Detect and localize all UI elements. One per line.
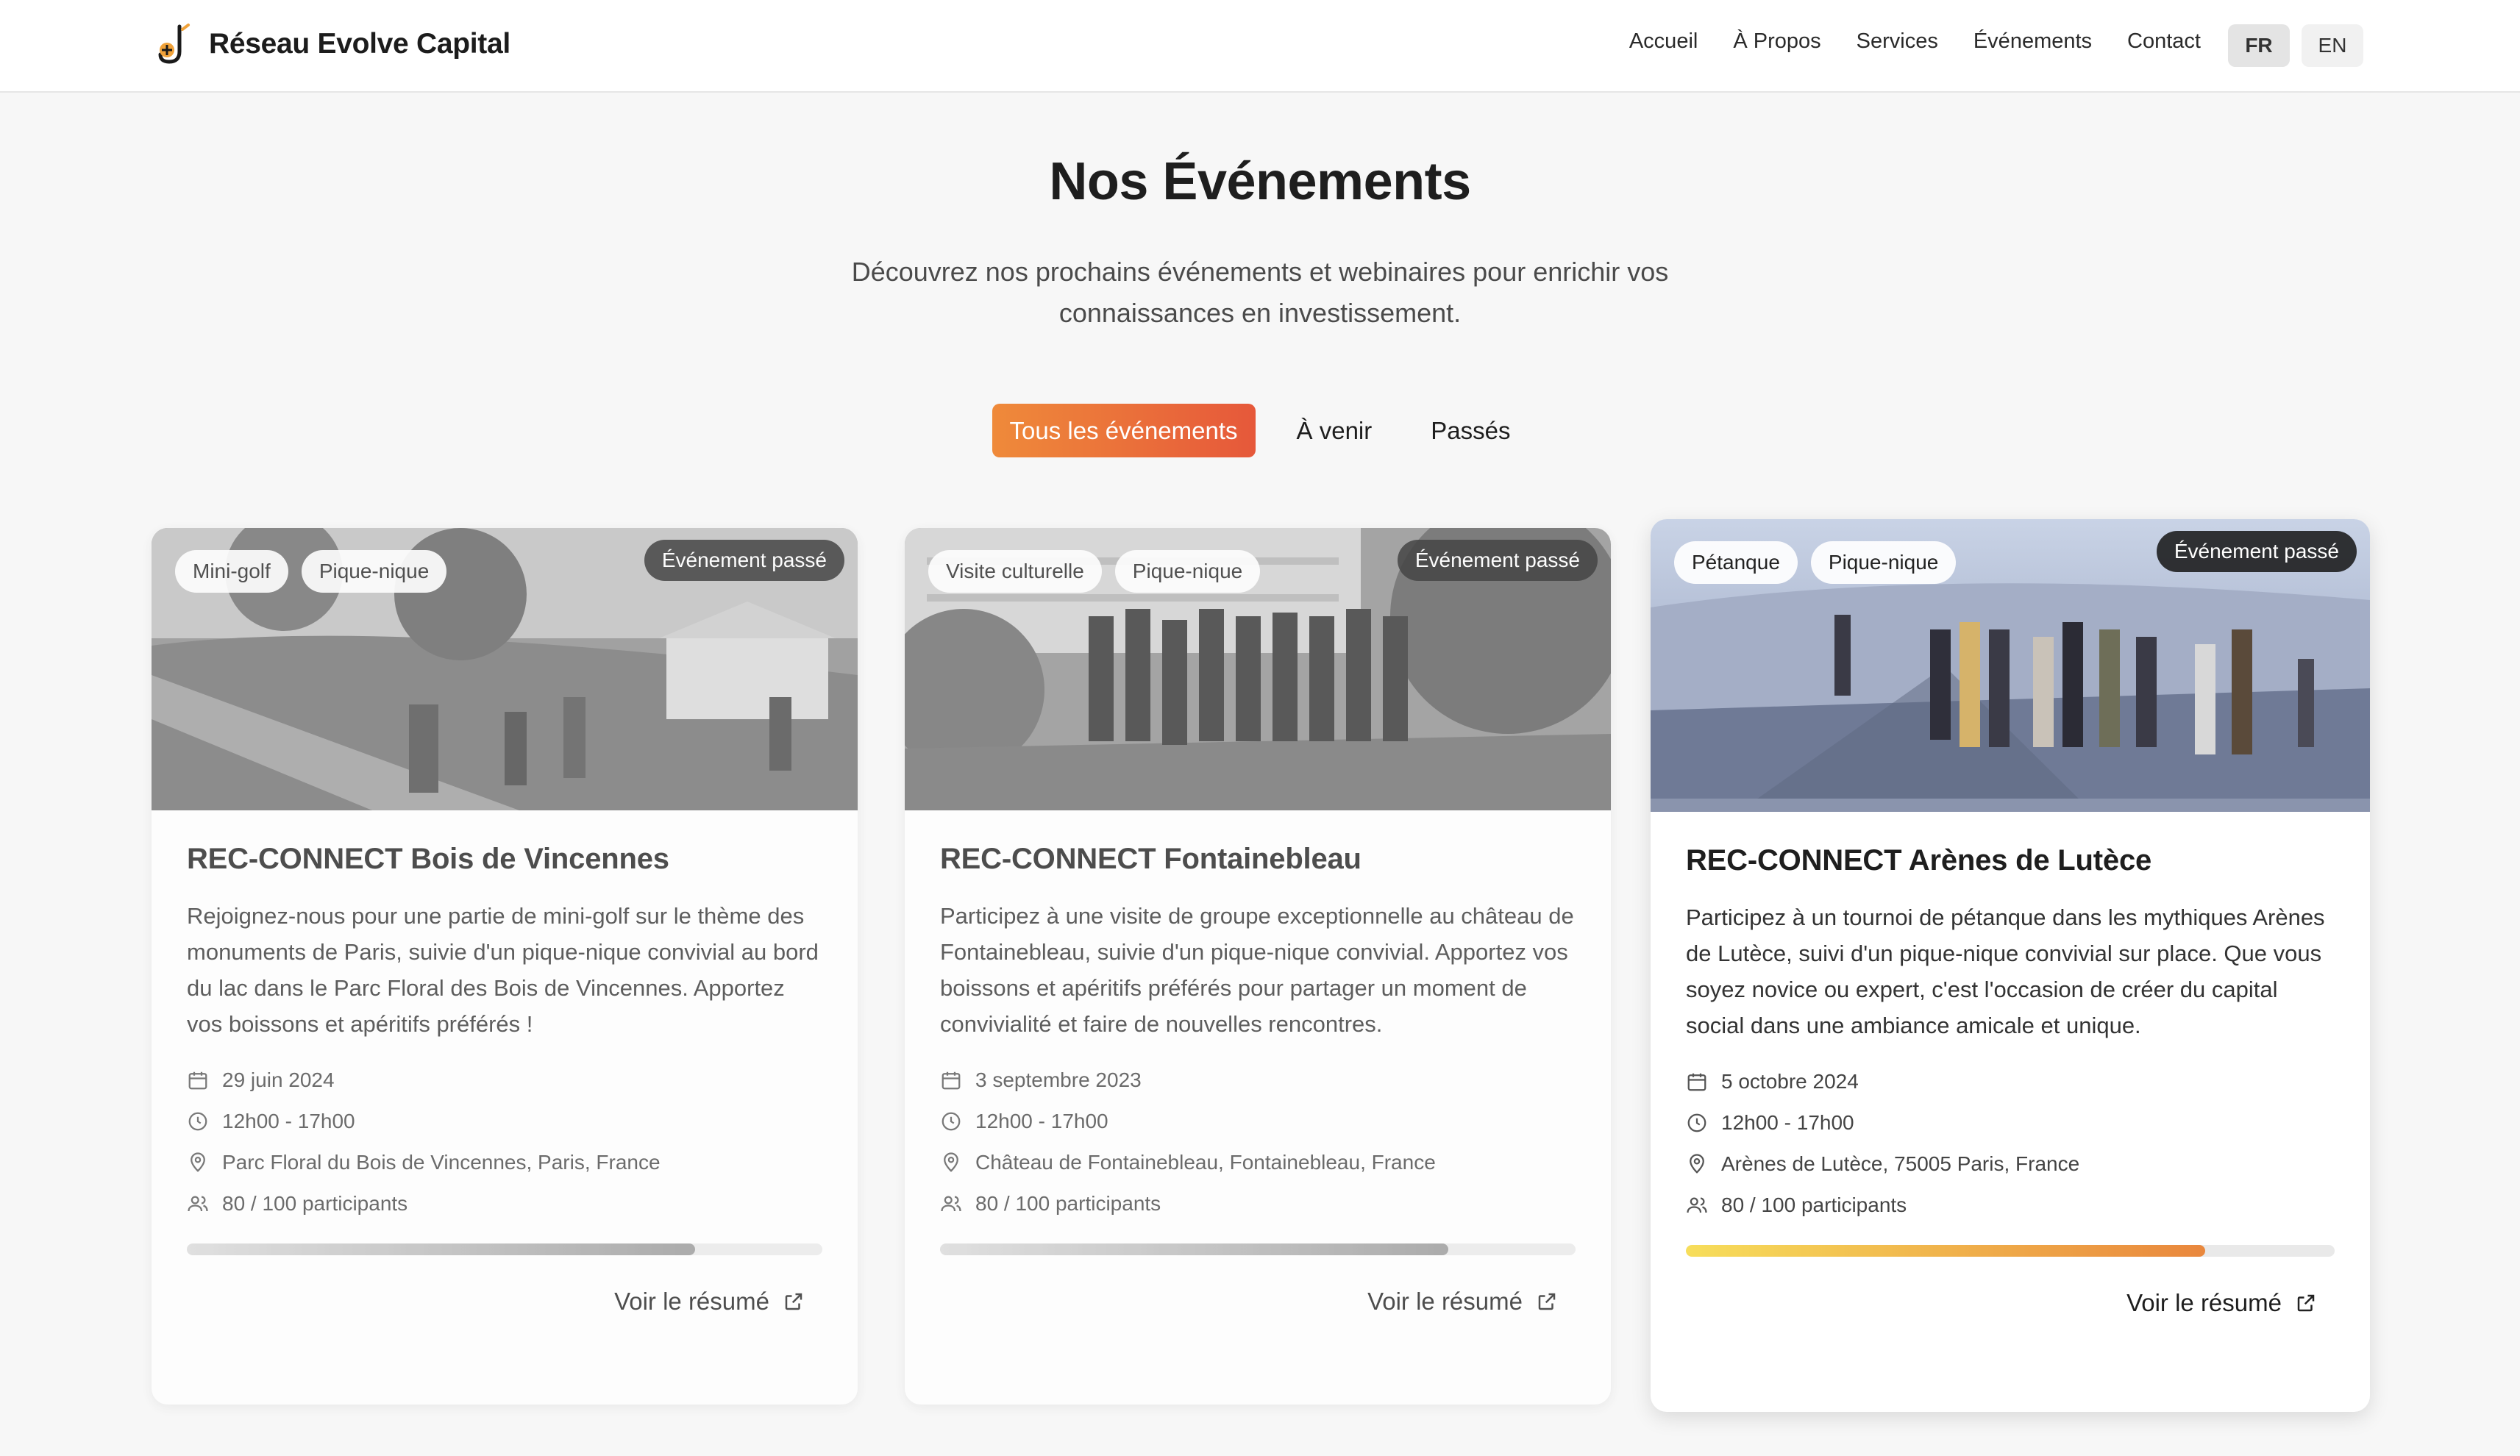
lang-en-button[interactable]: EN [2302, 24, 2363, 67]
event-tag: Pétanque [1674, 541, 1798, 584]
event-location-text: Arènes de Lutèce, 75005 Paris, France [1721, 1152, 2080, 1175]
event-location: Arènes de Lutèce, 75005 Paris, France [1686, 1143, 2335, 1185]
event-time: 12h00 - 17h00 [1686, 1102, 2335, 1143]
event-title: REC-CONNECT Arènes de Lutèce [1686, 844, 2152, 877]
status-badge: Événement passé [2156, 531, 2357, 572]
calendar-icon [188, 1071, 207, 1090]
nav-contact[interactable]: Contact [2127, 29, 2201, 54]
users-icon [1687, 1197, 1707, 1213]
event-time: 12h00 - 17h00 [187, 1101, 822, 1142]
event-tags: Visite culturelle Pique-nique [928, 550, 1261, 593]
event-description: Participez à une visite de groupe except… [940, 903, 1574, 1037]
clock-icon [188, 1112, 207, 1131]
event-participants: 80 / 100 participants [1686, 1185, 2335, 1226]
event-date-text: 29 juin 2024 [222, 1068, 335, 1091]
clock-icon [942, 1112, 961, 1131]
event-time: 12h00 - 17h00 [940, 1101, 1576, 1142]
event-location: Château de Fontainebleau, Fontainebleau,… [940, 1142, 1576, 1183]
map-pin-icon [1690, 1154, 1704, 1174]
event-card[interactable]: Pétanque Pique-nique Événement passé REC… [1651, 519, 2370, 1412]
event-tags: Mini-golf Pique-nique [175, 550, 447, 593]
nav-services[interactable]: Services [1857, 29, 1938, 54]
event-photo: Visite culturelle Pique-nique Événement … [905, 528, 1611, 810]
view-summary-link[interactable]: Voir le résumé [1686, 1289, 2335, 1317]
site-header: Réseau Evolve Capital Accueil À Propos S… [0, 0, 2520, 93]
clock-icon [1687, 1113, 1706, 1132]
lang-fr-button[interactable]: FR [2228, 24, 2290, 67]
map-pin-icon [191, 1152, 205, 1172]
filter-past-button[interactable]: Passés [1413, 404, 1528, 457]
event-tags: Pétanque Pique-nique [1674, 541, 1957, 584]
event-photo: Mini-golf Pique-nique Événement passé [152, 528, 858, 810]
filter-all-button[interactable]: Tous les événements [992, 404, 1256, 457]
event-time-text: 12h00 - 17h00 [222, 1110, 355, 1132]
map-pin-icon [944, 1152, 958, 1172]
progress-fill [1686, 1245, 2205, 1257]
brand[interactable]: Réseau Evolve Capital [154, 22, 510, 66]
external-link-icon [785, 1293, 802, 1310]
external-link-icon [1538, 1293, 1556, 1310]
event-tag: Visite culturelle [928, 550, 1102, 593]
external-link-icon [2297, 1294, 2315, 1312]
event-card[interactable]: Mini-golf Pique-nique Événement passé RE… [152, 528, 858, 1405]
nav-a-propos[interactable]: À Propos [1733, 29, 1820, 54]
status-badge: Événement passé [644, 540, 844, 581]
view-summary-link[interactable]: Voir le résumé [187, 1288, 822, 1316]
event-participants-text: 80 / 100 participants [1721, 1193, 1907, 1216]
nav-accueil[interactable]: Accueil [1629, 29, 1698, 54]
status-badge: Événement passé [1397, 540, 1598, 581]
view-summary-label: Voir le résumé [1367, 1288, 1523, 1315]
view-summary-label: Voir le résumé [614, 1288, 769, 1315]
event-tag: Pique-nique [1810, 541, 1957, 584]
calendar-icon [942, 1071, 961, 1090]
participants-progress [187, 1243, 822, 1255]
participants-progress [940, 1243, 1576, 1255]
participants-progress [1686, 1245, 2335, 1257]
event-date-text: 3 septembre 2023 [975, 1068, 1142, 1091]
event-time-text: 12h00 - 17h00 [1721, 1111, 1854, 1134]
event-photo: Pétanque Pique-nique Événement passé [1651, 519, 2370, 812]
event-location-text: Château de Fontainebleau, Fontainebleau,… [975, 1151, 1436, 1174]
event-tag: Pique-nique [301, 550, 447, 593]
event-tag: Mini-golf [175, 550, 288, 593]
brand-logo-icon [158, 24, 190, 64]
filter-upcoming-button[interactable]: À venir [1279, 404, 1390, 457]
main-nav: Accueil À Propos Services Événements Con… [1629, 29, 2201, 54]
event-participants-text: 80 / 100 participants [975, 1192, 1161, 1215]
page-subtitle: Découvrez nos prochains événements et we… [851, 257, 1669, 328]
event-filters: Tous les événements À venir Passés [0, 404, 2520, 457]
view-summary-label: Voir le résumé [2126, 1289, 2282, 1316]
event-card[interactable]: Visite culturelle Pique-nique Événement … [905, 528, 1611, 1405]
view-summary-link[interactable]: Voir le résumé [940, 1288, 1576, 1316]
nav-evenements[interactable]: Événements [1973, 29, 2092, 54]
event-date: 5 octobre 2024 [1686, 1061, 2335, 1102]
event-description: Participez à un tournoi de pétanque dans… [1686, 904, 2325, 1038]
card-body: REC-CONNECT Fontainebleau Participez à u… [905, 810, 1611, 1316]
users-icon [188, 1196, 208, 1212]
card-body: REC-CONNECT Bois de Vincennes Rejoignez-… [152, 810, 858, 1316]
event-tag: Pique-nique [1114, 550, 1261, 593]
event-description: Rejoignez-nous pour une partie de mini-g… [187, 903, 819, 1037]
calendar-icon [1687, 1073, 1706, 1091]
event-location: Parc Floral du Bois de Vincennes, Paris,… [187, 1142, 822, 1183]
event-time-text: 12h00 - 17h00 [975, 1110, 1108, 1132]
progress-fill [187, 1243, 696, 1255]
event-participants: 80 / 100 participants [187, 1183, 822, 1224]
event-participants: 80 / 100 participants [940, 1183, 1576, 1224]
event-date-text: 5 octobre 2024 [1721, 1070, 1859, 1093]
card-body: REC-CONNECT Arènes de Lutèce Participez … [1651, 812, 2370, 1317]
event-title: REC-CONNECT Bois de Vincennes [187, 843, 669, 875]
event-date: 3 septembre 2023 [940, 1060, 1576, 1101]
brand-name: Réseau Evolve Capital [209, 28, 510, 60]
event-date: 29 juin 2024 [187, 1060, 822, 1101]
event-title: REC-CONNECT Fontainebleau [940, 843, 1362, 875]
users-icon [941, 1196, 961, 1212]
progress-fill [940, 1243, 1449, 1255]
event-location-text: Parc Floral du Bois de Vincennes, Paris,… [222, 1151, 661, 1174]
page-title: Nos Événements [1049, 152, 1471, 211]
event-participants-text: 80 / 100 participants [222, 1192, 408, 1215]
